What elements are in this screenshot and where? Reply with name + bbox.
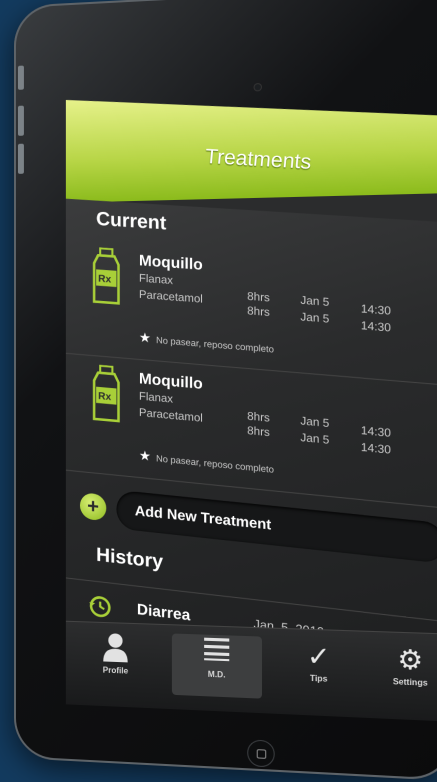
svg-text:Rx: Rx — [98, 391, 111, 403]
rx-bottle-icon: Rx — [90, 364, 123, 424]
med-time: 14:30 — [360, 441, 391, 457]
note-text: No pasear, reposo completo — [156, 334, 274, 355]
section-title-current: Current — [96, 208, 167, 235]
person-icon — [72, 630, 160, 668]
svg-text:Rx: Rx — [98, 273, 111, 285]
list-icon — [172, 633, 262, 671]
med-time: 14:30 — [360, 302, 391, 318]
tab-tips[interactable]: ✓ Tips — [273, 637, 366, 703]
section-title-history: History — [96, 544, 164, 574]
volume-up-button — [17, 105, 24, 136]
med-drug: Paracetamol — [138, 288, 203, 306]
note-text: No pasear, reposo completo — [156, 453, 274, 475]
home-button[interactable] — [247, 739, 275, 768]
med-date: Jan 5 — [300, 294, 330, 310]
med-drug: Flanax — [138, 390, 173, 406]
tab-label: Settings — [392, 676, 428, 688]
history-clock-icon — [88, 593, 112, 620]
med-interval: 8hrs — [247, 410, 270, 425]
med-time: 14:30 — [360, 319, 391, 335]
gear-icon: ⚙ — [397, 643, 424, 676]
tab-settings[interactable]: ⚙ Settings — [363, 640, 437, 707]
tablet-device: Treatments Current Rx Moquillo Flanax Pa… — [14, 0, 437, 782]
add-treatment-label: Add New Treatment — [134, 501, 272, 533]
med-drug: Flanax — [138, 272, 173, 288]
treatments-list: Current Rx Moquillo Flanax Paracetamol 8… — [66, 199, 437, 672]
med-interval: 8hrs — [247, 304, 270, 320]
med-time: 14:30 — [360, 424, 391, 440]
rx-bottle-icon: Rx — [90, 247, 123, 306]
plus-circle-icon[interactable]: + — [80, 492, 106, 521]
med-date: Jan 5 — [300, 415, 330, 431]
mute-switch — [17, 65, 24, 90]
page-title: Treatments — [204, 145, 313, 175]
volume-down-button — [17, 143, 24, 174]
star-icon: ★ — [138, 329, 151, 346]
treatment-name: Moquillo — [138, 252, 203, 274]
treatment-note: ★ No pasear, reposo completo — [139, 447, 274, 477]
tab-profile[interactable]: Profile — [72, 630, 160, 694]
tab-bar: Profile M.D. ✓ Tips ⚙ Settings — [66, 621, 437, 722]
med-date: Jan 5 — [300, 311, 330, 326]
history-name: Diarrea — [136, 600, 191, 625]
treatment-note: ★ No pasear, reposo completo — [139, 329, 274, 356]
med-interval: 8hrs — [247, 424, 270, 440]
treatment-name: Moquillo — [138, 370, 203, 393]
med-drug: Paracetamol — [138, 406, 203, 425]
front-camera — [254, 84, 261, 91]
star-icon: ★ — [138, 447, 151, 464]
nav-header: Treatments — [66, 84, 437, 202]
tab-md[interactable]: M.D. — [172, 633, 262, 698]
med-interval: 8hrs — [247, 290, 270, 305]
app-screen: Treatments Current Rx Moquillo Flanax Pa… — [66, 84, 437, 722]
med-date: Jan 5 — [300, 431, 330, 447]
checkmark-icon: ✓ — [306, 640, 331, 673]
